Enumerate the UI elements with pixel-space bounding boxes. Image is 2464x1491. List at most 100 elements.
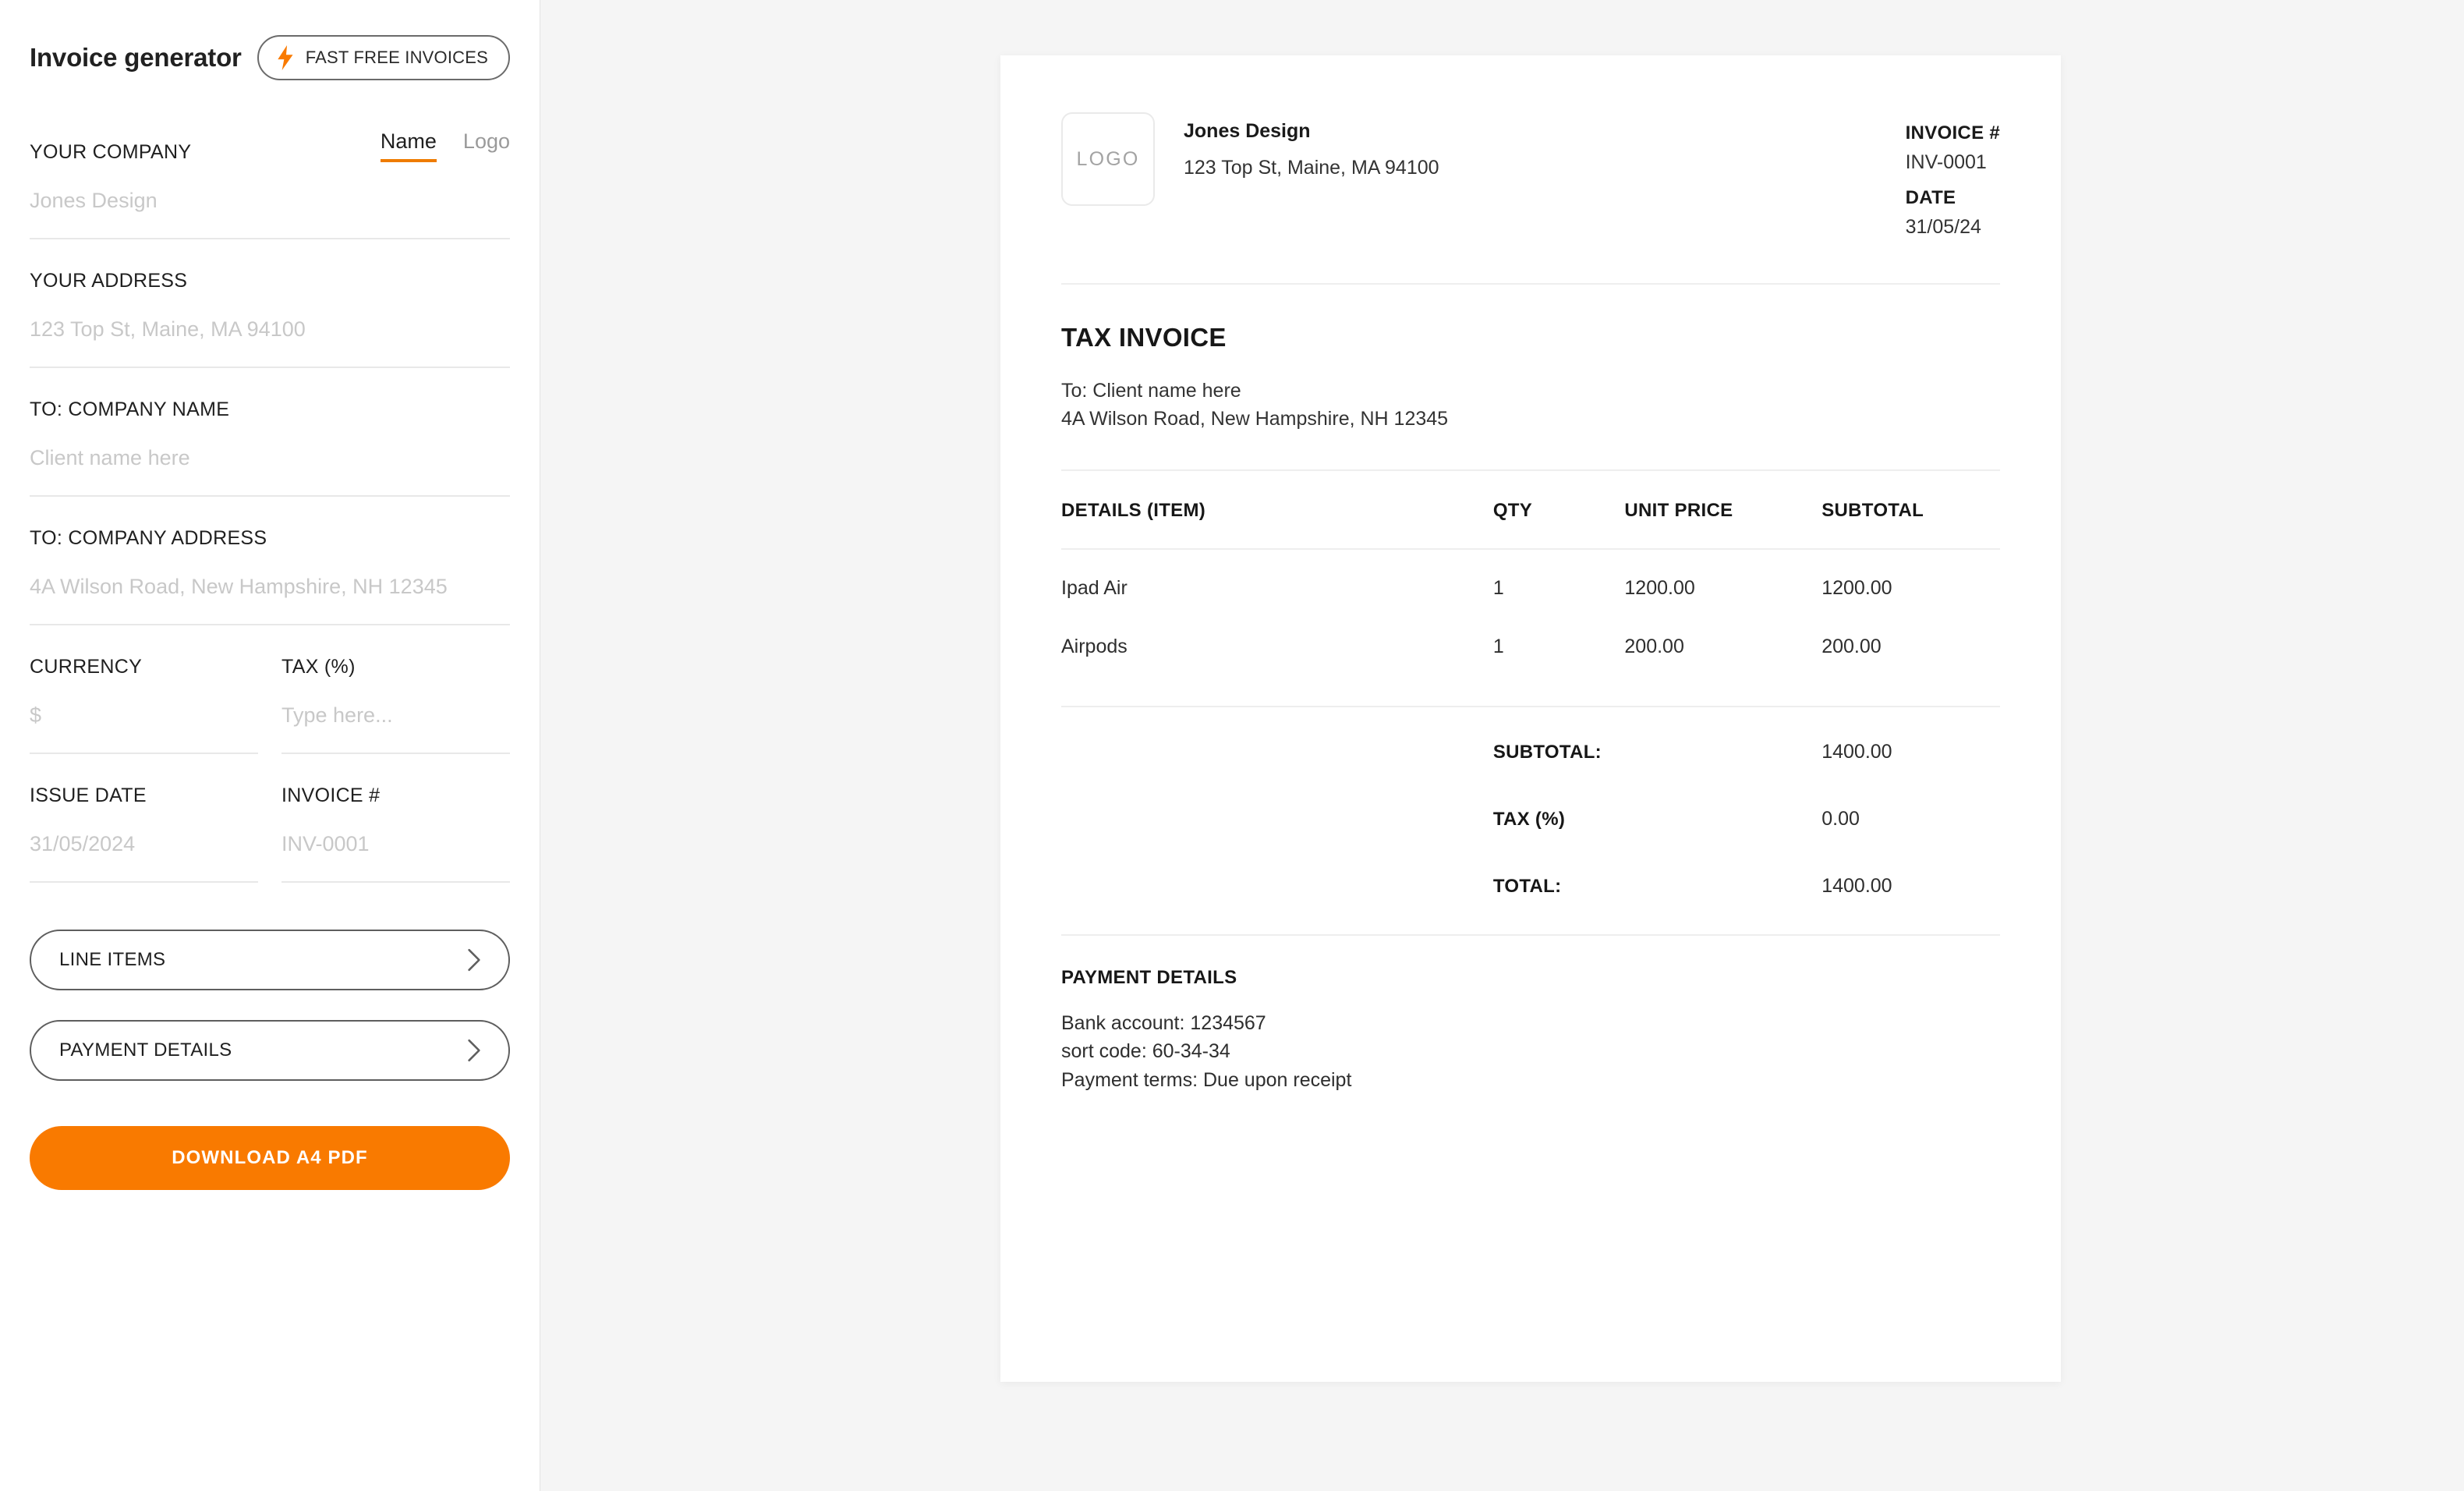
line-items-table: DETAILS (ITEM) QTY UNIT PRICE SUBTOTAL I…	[1061, 471, 2000, 667]
invoice-generator-app: Invoice generator FAST FREE INVOICES YOU…	[0, 0, 2464, 1491]
fast-free-invoices-badge[interactable]: FAST FREE INVOICES	[257, 35, 510, 80]
subtotal-value: 1400.00	[1821, 735, 1892, 763]
divider	[1061, 283, 2000, 285]
line-items-button[interactable]: LINE ITEMS	[30, 930, 510, 990]
row-date-invoice: ISSUE DATE INVOICE #	[30, 776, 510, 883]
cell-qty: 1	[1493, 549, 1625, 608]
payment-details-label: PAYMENT DETAILS	[59, 1039, 232, 1061]
invoice-number-input[interactable]	[281, 806, 510, 883]
chevron-right-icon	[466, 947, 482, 972]
total-value: 1400.00	[1821, 869, 1892, 898]
payment-line-bank-account: Bank account: 1234567	[1061, 1009, 2000, 1038]
row-currency-tax: CURRENCY TAX (%)	[30, 647, 510, 754]
invoice-header: LOGO Jones Design 123 Top St, Maine, MA …	[1061, 112, 2000, 239]
field-to-company-name-header: TO: COMPANY NAME	[30, 390, 510, 420]
cell-unit-price: 200.00	[1624, 608, 1821, 667]
accordion-group: LINE ITEMS PAYMENT DETAILS	[30, 930, 510, 1081]
field-to-company-address: TO: COMPANY ADDRESS	[30, 519, 510, 625]
tax-input[interactable]	[281, 677, 510, 754]
your-address-input[interactable]	[30, 291, 510, 368]
to-company-name-input[interactable]	[30, 420, 510, 497]
tab-logo[interactable]: Logo	[463, 131, 510, 162]
tab-name[interactable]: Name	[381, 131, 437, 162]
spacer	[30, 239, 510, 261]
page-title: Invoice generator	[30, 43, 242, 73]
table-row: Ipad Air 1 1200.00 1200.00	[1061, 549, 2000, 608]
spacer	[30, 625, 510, 647]
logo-placeholder[interactable]: LOGO	[1061, 112, 1155, 206]
cell-subtotal: 1200.00	[1821, 549, 2000, 608]
payment-details-button[interactable]: PAYMENT DETAILS	[30, 1020, 510, 1081]
line-items-table-head: DETAILS (ITEM) QTY UNIT PRICE SUBTOTAL	[1061, 471, 2000, 549]
chevron-right-icon	[466, 1038, 482, 1063]
invoice-document: LOGO Jones Design 123 Top St, Maine, MA …	[1000, 55, 2061, 1382]
invoice-meta: INVOICE # INV-0001 DATE 31/05/24	[1906, 112, 2000, 239]
field-your-address-header: YOUR ADDRESS	[30, 261, 510, 291]
table-row: Airpods 1 200.00 200.00	[1061, 608, 2000, 667]
line-items-table-body: Ipad Air 1 1200.00 1200.00 Airpods 1 200…	[1061, 549, 2000, 667]
totals-row-tax: TAX (%) 0.00	[1061, 802, 2000, 830]
field-invoice-number: INVOICE #	[281, 776, 510, 883]
field-tax-label: TAX (%)	[281, 657, 356, 677]
cell-unit-price: 1200.00	[1624, 549, 1821, 608]
invoice-number-value: INV-0001	[1906, 151, 2000, 174]
payment-line-terms: Payment terms: Due upon receipt	[1061, 1066, 2000, 1095]
sidebar-header: Invoice generator FAST FREE INVOICES	[30, 36, 510, 80]
field-to-company-address-header: TO: COMPANY ADDRESS	[30, 519, 510, 548]
lightning-bolt-icon	[276, 45, 296, 70]
field-issue-date-header: ISSUE DATE	[30, 776, 258, 806]
field-invoice-number-label: INVOICE #	[281, 786, 380, 806]
payment-details-title: PAYMENT DETAILS	[1061, 967, 2000, 989]
client-name: To: Client name here	[1061, 377, 2000, 405]
field-tax: TAX (%)	[281, 647, 510, 754]
spacer	[30, 754, 510, 776]
spacer	[30, 368, 510, 390]
field-to-company-address-label: TO: COMPANY ADDRESS	[30, 529, 267, 548]
payment-details-lines: Bank account: 1234567 sort code: 60-34-3…	[1061, 1009, 2000, 1095]
field-currency: CURRENCY	[30, 647, 258, 754]
to-company-address-input[interactable]	[30, 548, 510, 625]
invoice-header-left: LOGO Jones Design 123 Top St, Maine, MA …	[1061, 112, 1439, 206]
totals-block: SUBTOTAL: 1400.00 TAX (%) 0.00 TOTAL: 14…	[1061, 735, 2000, 898]
business-block: Jones Design 123 Top St, Maine, MA 94100	[1184, 112, 1439, 179]
column-header-subtotal: SUBTOTAL	[1821, 471, 2000, 549]
divider	[1061, 706, 2000, 707]
field-issue-date: ISSUE DATE	[30, 776, 258, 883]
totals-row-subtotal: SUBTOTAL: 1400.00	[1061, 735, 2000, 763]
business-address: 123 Top St, Maine, MA 94100	[1184, 157, 1439, 179]
totals-row-total: TOTAL: 1400.00	[1061, 869, 2000, 898]
invoice-date-value: 31/05/24	[1906, 216, 2000, 239]
field-tax-header: TAX (%)	[281, 647, 510, 677]
business-name: Jones Design	[1184, 120, 1439, 143]
cell-details: Airpods	[1061, 608, 1493, 667]
field-to-company-name: TO: COMPANY NAME	[30, 390, 510, 497]
form-sidebar: Invoice generator FAST FREE INVOICES YOU…	[0, 0, 540, 1491]
client-block: To: Client name here 4A Wilson Road, New…	[1061, 377, 2000, 434]
field-currency-label: CURRENCY	[30, 657, 142, 677]
logo-placeholder-label: LOGO	[1076, 148, 1139, 171]
invoice-doc-title: TAX INVOICE	[1061, 323, 2000, 352]
field-to-company-name-label: TO: COMPANY NAME	[30, 400, 229, 420]
field-issue-date-label: ISSUE DATE	[30, 786, 147, 806]
line-items-label: LINE ITEMS	[59, 949, 165, 971]
your-company-input[interactable]	[30, 162, 510, 239]
column-header-details: DETAILS (ITEM)	[1061, 471, 1493, 549]
download-a4-pdf-button[interactable]: DOWNLOAD A4 PDF	[30, 1126, 510, 1190]
column-header-qty: QTY	[1493, 471, 1625, 549]
field-invoice-number-header: INVOICE #	[281, 776, 510, 806]
table-header-row: DETAILS (ITEM) QTY UNIT PRICE SUBTOTAL	[1061, 471, 2000, 549]
invoice-date-label: DATE	[1906, 187, 2000, 209]
currency-input[interactable]	[30, 677, 258, 754]
invoice-number-label: INVOICE #	[1906, 122, 2000, 144]
field-your-address: YOUR ADDRESS	[30, 261, 510, 368]
tax-label: TAX (%)	[1493, 809, 1821, 830]
fast-free-invoices-label: FAST FREE INVOICES	[306, 48, 488, 68]
subtotal-label: SUBTOTAL:	[1493, 742, 1821, 763]
cell-qty: 1	[1493, 608, 1625, 667]
invoice-preview-pane: LOGO Jones Design 123 Top St, Maine, MA …	[540, 0, 2464, 1491]
spacer	[1906, 174, 2000, 187]
column-header-unit-price: UNIT PRICE	[1624, 471, 1821, 549]
field-currency-header: CURRENCY	[30, 647, 258, 677]
client-address: 4A Wilson Road, New Hampshire, NH 12345	[1061, 405, 2000, 433]
issue-date-input[interactable]	[30, 806, 258, 883]
